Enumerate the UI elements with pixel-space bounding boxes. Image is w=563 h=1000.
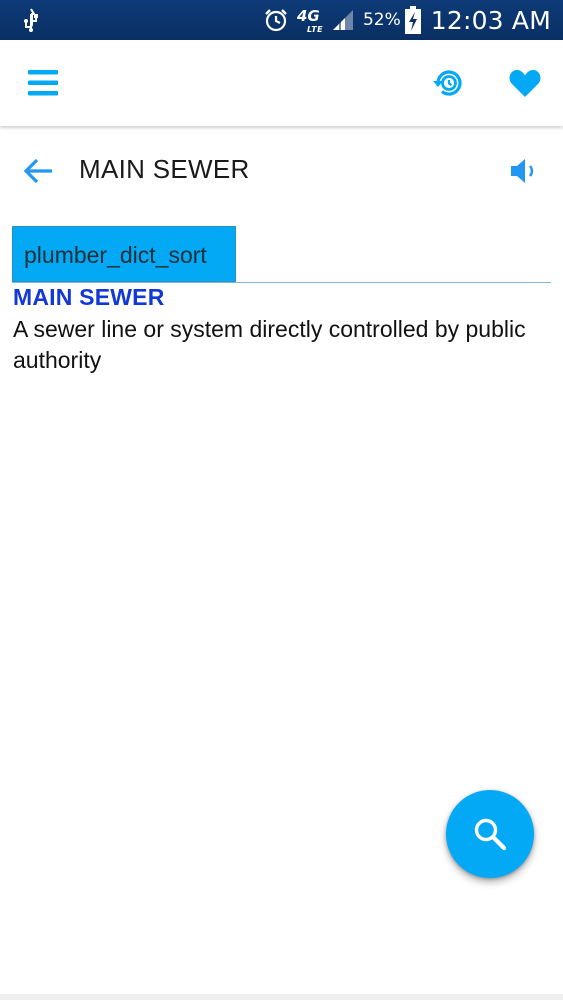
battery-charging-icon <box>404 6 421 34</box>
back-arrow-icon[interactable] <box>22 156 56 186</box>
signal-icon <box>332 10 353 30</box>
source-tag[interactable]: plumber_dict_sort <box>12 226 236 282</box>
search-icon <box>474 818 507 851</box>
entry-definition: A sewer line or system directly controll… <box>13 316 526 373</box>
search-fab-button[interactable] <box>446 790 534 878</box>
word-header: MAIN SEWER <box>0 126 563 216</box>
network-subtype: LTE <box>306 25 324 34</box>
status-time: 12:03 AM <box>430 5 551 35</box>
alarm-icon <box>265 9 287 32</box>
source-tab-row: plumber_dict_sort <box>12 226 551 283</box>
network-type: 4G <box>296 7 320 25</box>
history-icon[interactable] <box>430 64 468 102</box>
network-type-indicator: 4G LTE <box>295 6 324 35</box>
word-title: MAIN SEWER <box>79 154 250 184</box>
status-icons: 4G LTE 52% 12:03 AM <box>255 0 551 40</box>
entry-term: MAIN SEWER <box>13 284 165 310</box>
heart-icon[interactable] <box>508 67 542 99</box>
status-bar: 4G LTE 52% 12:03 AM <box>0 0 563 40</box>
battery-percent: 52% <box>362 10 401 30</box>
speaker-icon[interactable] <box>508 156 540 186</box>
hamburger-menu-icon[interactable] <box>26 67 60 99</box>
bottom-edge <box>0 994 563 1000</box>
usb-icon <box>24 8 38 32</box>
app-bar <box>0 40 563 126</box>
